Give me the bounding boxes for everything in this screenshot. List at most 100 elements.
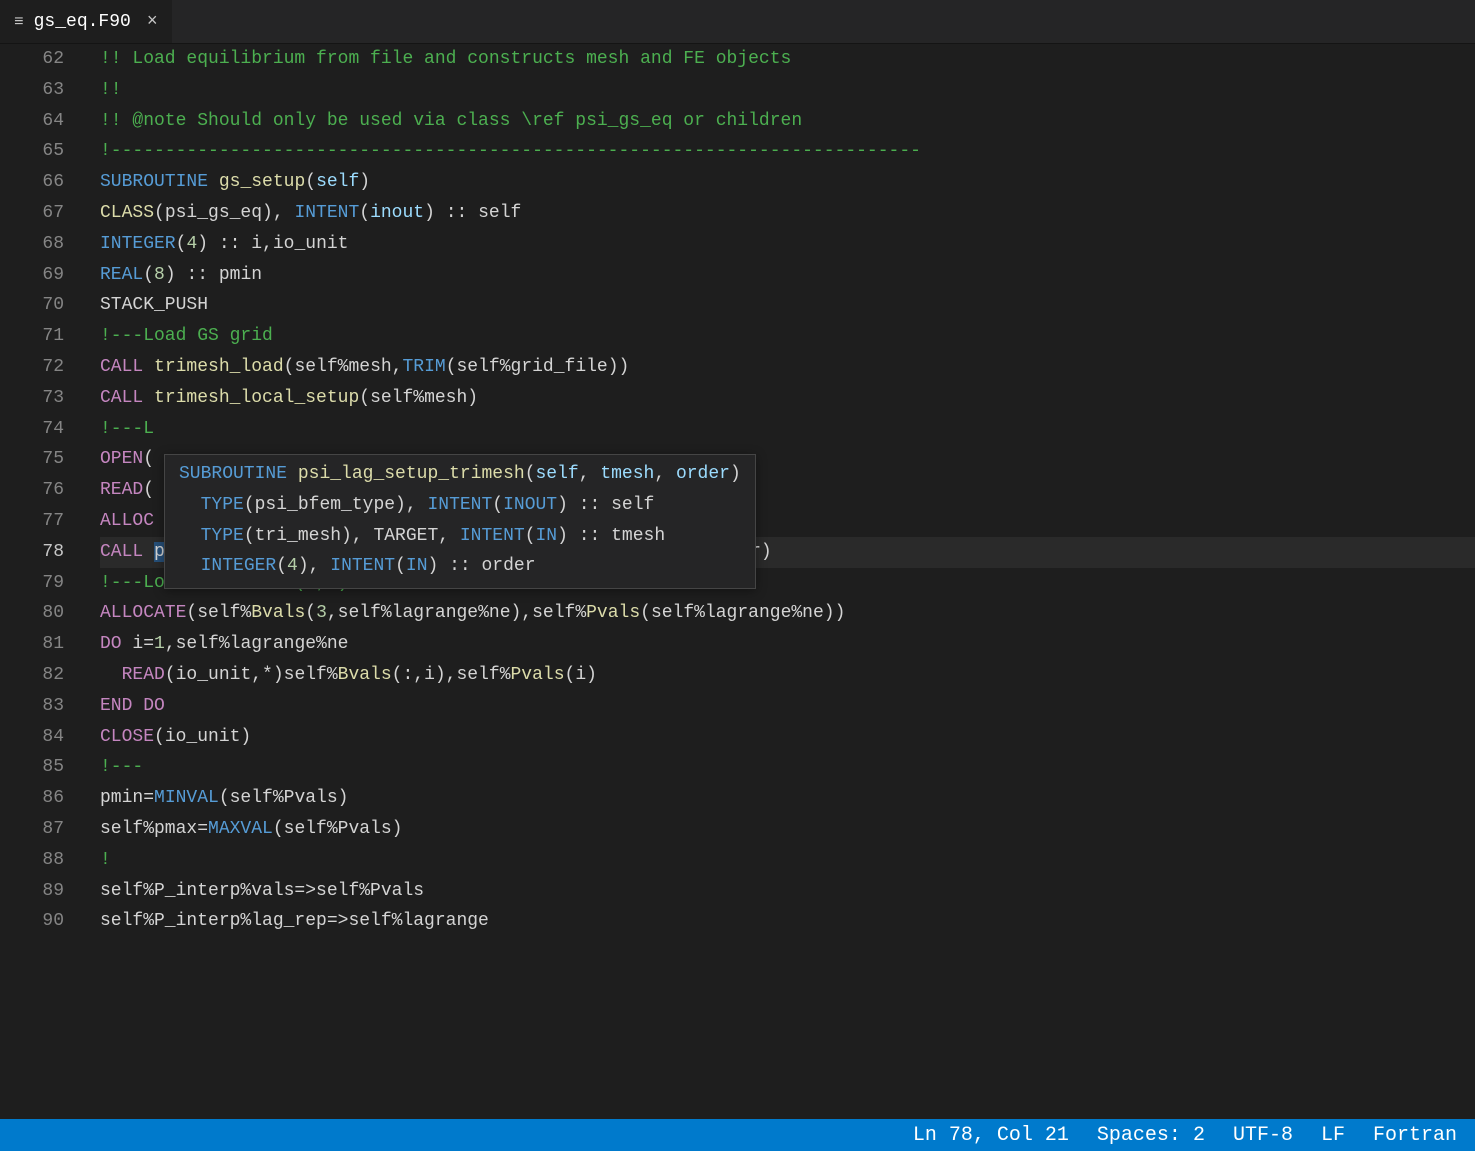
- status-bar: Ln 78, Col 21 Spaces: 2 UTF-8 LF Fortran: [0, 1119, 1475, 1151]
- line-number: 74: [0, 414, 64, 445]
- code-line[interactable]: !! Load equilibrium from file and constr…: [100, 44, 1475, 75]
- line-number: 78: [0, 537, 64, 568]
- editor-tab[interactable]: ≡ gs_eq.F90 ×: [0, 0, 173, 43]
- code-token: ) :: i,io_unit: [197, 234, 348, 254]
- status-indent[interactable]: Spaces: 2: [1097, 1124, 1205, 1147]
- code-line[interactable]: CALL trimesh_load(self%mesh,TRIM(self%gr…: [100, 352, 1475, 383]
- line-number: 68: [0, 229, 64, 260]
- code-token: (: [276, 556, 287, 576]
- code-token: ALLOCATE: [100, 603, 186, 623]
- code-token: 1: [154, 634, 165, 654]
- code-token: Pvals: [511, 665, 565, 685]
- code-line[interactable]: INTEGER(4) :: i,io_unit: [100, 229, 1475, 260]
- code-token: Bvals: [338, 665, 392, 685]
- code-line[interactable]: DO i=1,self%lagrange%ne: [100, 629, 1475, 660]
- code-line[interactable]: CALL trimesh_local_setup(self%mesh): [100, 383, 1475, 414]
- code-line[interactable]: REAL(8) :: pmin: [100, 260, 1475, 291]
- code-line[interactable]: STACK_PUSH: [100, 290, 1475, 321]
- code-line[interactable]: SUBROUTINE gs_setup(self): [100, 167, 1475, 198]
- code-token: (: [305, 603, 316, 623]
- code-token: !: [100, 850, 111, 870]
- code-token: MAXVAL: [208, 819, 273, 839]
- code-token: self%P_interp%vals=>self%Pvals: [100, 881, 424, 901]
- code-token: ) :: order: [428, 556, 536, 576]
- code-line[interactable]: self%P_interp%vals=>self%Pvals: [100, 876, 1475, 907]
- code-token: TRIM: [402, 357, 445, 377]
- code-line[interactable]: ALLOCATE(self%Bvals(3,self%lagrange%ne),…: [100, 598, 1475, 629]
- close-icon[interactable]: ×: [147, 12, 158, 32]
- code-token: pmin=: [100, 788, 154, 808]
- hover-line: INTEGER(4), INTENT(IN) :: order: [179, 551, 741, 582]
- line-number: 66: [0, 167, 64, 198]
- code-token: READ: [122, 665, 165, 685]
- code-token: (: [525, 526, 536, 546]
- line-number: 70: [0, 290, 64, 321]
- code-token: (: [492, 495, 503, 515]
- code-token: trimesh_load: [154, 357, 284, 377]
- code-token: ) :: pmin: [165, 265, 262, 285]
- code-token: [287, 464, 298, 484]
- code-token: (psi_gs_eq),: [154, 203, 294, 223]
- code-line[interactable]: !: [100, 845, 1475, 876]
- line-number: 85: [0, 752, 64, 783]
- signature-hover-tooltip: SUBROUTINE psi_lag_setup_trimesh(self, t…: [164, 454, 756, 589]
- code-line[interactable]: !---L: [100, 414, 1475, 445]
- code-token: self%P_interp%lag_rep=>self%lagrange: [100, 911, 489, 931]
- editor-area[interactable]: 6263646566676869707172737475767778798081…: [0, 44, 1475, 1119]
- code-line[interactable]: CLASS(psi_gs_eq), INTENT(inout) :: self: [100, 198, 1475, 229]
- code-token: [208, 172, 219, 192]
- code-token: CALL: [100, 542, 143, 562]
- code-token: trimesh_local_setup: [154, 388, 359, 408]
- file-icon: ≡: [14, 13, 24, 31]
- code-line[interactable]: !!: [100, 75, 1475, 106]
- code-line[interactable]: !---: [100, 752, 1475, 783]
- code-token: CALL: [100, 388, 143, 408]
- code-token: READ: [100, 480, 143, 500]
- hover-line: SUBROUTINE psi_lag_setup_trimesh(self, t…: [179, 459, 741, 490]
- code-line[interactable]: END DO: [100, 691, 1475, 722]
- code-token: (self%mesh,: [284, 357, 403, 377]
- code-token: REAL: [100, 265, 143, 285]
- code-token: (psi_bfem_type),: [244, 495, 428, 515]
- code-token: (: [525, 464, 536, 484]
- code-line[interactable]: CLOSE(io_unit): [100, 722, 1475, 753]
- code-line[interactable]: self%pmax=MAXVAL(self%Pvals): [100, 814, 1475, 845]
- status-eol[interactable]: LF: [1321, 1124, 1345, 1147]
- status-encoding[interactable]: UTF-8: [1233, 1124, 1293, 1147]
- line-number-gutter: 6263646566676869707172737475767778798081…: [0, 44, 82, 1119]
- code-token: !!: [100, 80, 122, 100]
- code-line[interactable]: !! @note Should only be used via class \…: [100, 106, 1475, 137]
- code-token: TYPE: [201, 495, 244, 515]
- code-token: ,: [579, 464, 601, 484]
- code-line[interactable]: !---Load GS grid: [100, 321, 1475, 352]
- code-line[interactable]: !---------------------------------------…: [100, 136, 1475, 167]
- line-number: 89: [0, 876, 64, 907]
- hover-line: TYPE(psi_bfem_type), INTENT(INOUT) :: se…: [179, 490, 741, 521]
- code-token: OPEN: [100, 449, 143, 469]
- code-token: [100, 665, 122, 685]
- code-token: inout: [370, 203, 424, 223]
- status-language[interactable]: Fortran: [1373, 1124, 1457, 1147]
- code-token: (: [143, 265, 154, 285]
- code-token: psi_lag_setup_trimesh: [298, 464, 525, 484]
- code-token: Pvals: [586, 603, 640, 623]
- code-line[interactable]: READ(io_unit,*)self%Bvals(:,i),self%Pval…: [100, 660, 1475, 691]
- line-number: 63: [0, 75, 64, 106]
- code-token: (self%lagrange%ne)): [640, 603, 845, 623]
- code-token: 4: [186, 234, 197, 254]
- code-token: !! @note Should only be used via class \…: [100, 111, 802, 131]
- code-token: !---L: [100, 419, 154, 439]
- code-token: i=: [122, 634, 154, 654]
- line-number: 82: [0, 660, 64, 691]
- code-line[interactable]: pmin=MINVAL(self%Pvals): [100, 783, 1475, 814]
- code-token: order: [676, 464, 730, 484]
- line-number: 77: [0, 506, 64, 537]
- code-token: (:,i),self%: [392, 665, 511, 685]
- code-token: [179, 526, 201, 546]
- code-token: !---: [100, 757, 143, 777]
- status-lncol[interactable]: Ln 78, Col 21: [913, 1124, 1069, 1147]
- code-token: END DO: [100, 696, 165, 716]
- code-token: ) :: tmesh: [557, 526, 665, 546]
- line-number: 87: [0, 814, 64, 845]
- code-line[interactable]: self%P_interp%lag_rep=>self%lagrange: [100, 906, 1475, 937]
